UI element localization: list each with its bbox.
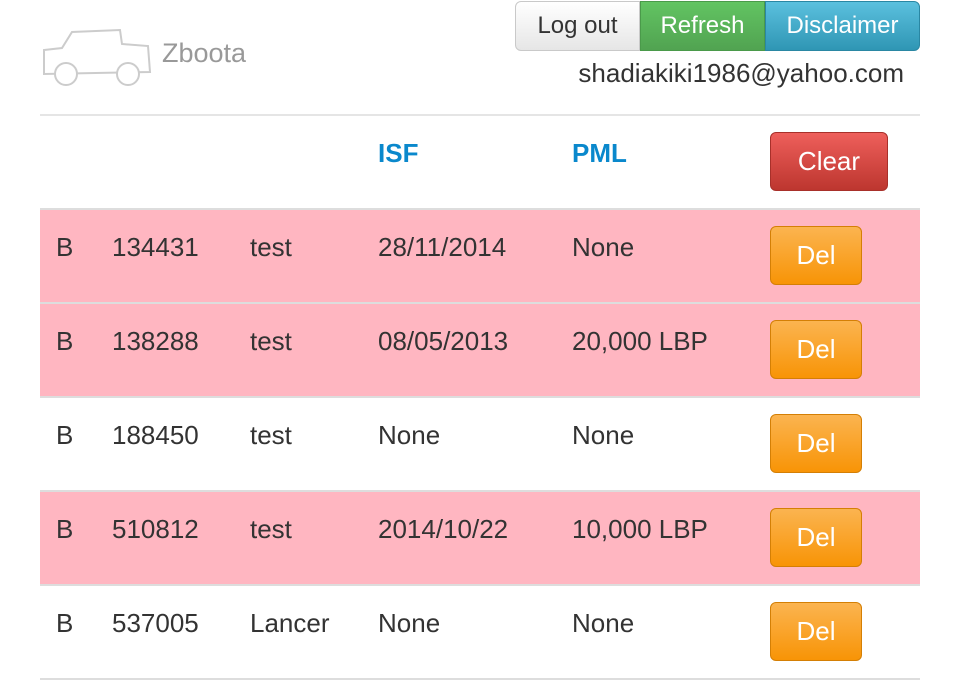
user-email: shadiakiki1986@yahoo.com (578, 58, 904, 88)
plate-number-cell: 537005 (112, 608, 199, 638)
vehicle-type-cell: B (56, 326, 74, 356)
car-icon (43, 28, 152, 86)
isf-cell: 2014/10/22 (378, 514, 509, 544)
delete-button[interactable]: Del (770, 414, 862, 473)
pml-column-header: PML (572, 138, 627, 168)
pml-cell: None (572, 232, 635, 262)
pml-cell: 10,000 LBP (572, 514, 708, 544)
isf-cell: 28/11/2014 (378, 232, 507, 262)
logout-button[interactable]: Log out (515, 1, 640, 51)
vehicle-type-cell: B (56, 514, 74, 544)
vehicle-type-cell: B (56, 420, 74, 450)
disclaimer-button[interactable]: Disclaimer (765, 1, 920, 51)
pml-cell: None (572, 608, 635, 638)
records-table: ISF PML Clear B 134431 test 28/11/2014 None D… (40, 116, 920, 680)
pml-cell: 20,000 LBP (572, 326, 708, 356)
table-row: B 134431 test 28/11/2014 None Del (40, 210, 920, 304)
vehicle-name-cell: test (250, 420, 292, 450)
vehicle-name-cell: test (250, 326, 292, 356)
vehicle-type-cell: B (56, 608, 74, 638)
table-row: B 510812 test 2014/10/22 10,000 LBP Del (40, 492, 920, 586)
isf-column-header: ISF (378, 138, 419, 168)
refresh-button[interactable]: Refresh (640, 1, 765, 51)
table-row: B 188450 test None None Del (40, 398, 920, 492)
pml-cell: None (572, 420, 635, 450)
table-row: B 138288 test 08/05/2013 20,000 LBP Del (40, 304, 920, 398)
table-header: ISF PML Clear (40, 116, 920, 210)
plate-number-cell: 134431 (112, 232, 199, 262)
delete-button[interactable]: Del (770, 508, 862, 567)
header-button-group: Log out Refresh Disclaimer (515, 1, 920, 51)
table-row: B 537005 Lancer None None Del (40, 586, 920, 680)
isf-cell: 08/05/2013 (378, 326, 509, 356)
vehicle-type-cell: B (56, 232, 74, 262)
vehicle-name-cell: test (250, 232, 292, 262)
table-body: B 134431 test 28/11/2014 None Del B 138288 test 0… (40, 210, 920, 680)
plate-number-cell: 510812 (112, 514, 199, 544)
isf-cell: None (378, 420, 441, 450)
delete-button[interactable]: Del (770, 602, 862, 661)
logo: Zboota (40, 26, 270, 88)
vehicle-name-cell: Lancer (250, 608, 330, 638)
vehicle-name-cell: test (250, 514, 292, 544)
clear-button[interactable]: Clear (770, 132, 888, 191)
delete-button[interactable]: Del (770, 320, 862, 379)
brand-name: Zboota (162, 38, 247, 68)
plate-number-cell: 138288 (112, 326, 199, 356)
plate-number-cell: 188450 (112, 420, 199, 450)
isf-cell: None (378, 608, 441, 638)
delete-button[interactable]: Del (770, 226, 862, 285)
